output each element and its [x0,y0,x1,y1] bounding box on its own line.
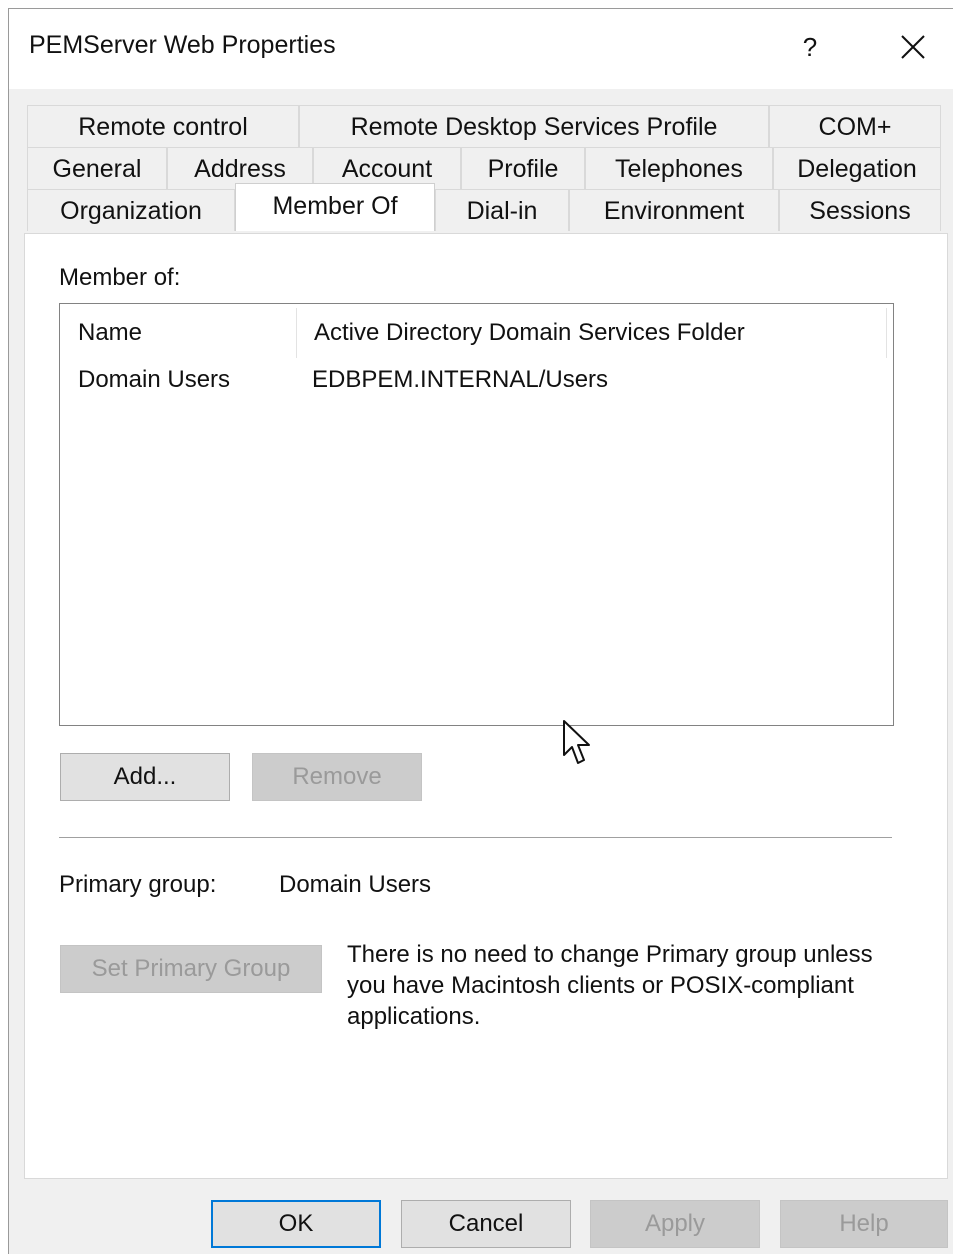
tab-telephones[interactable]: Telephones [585,147,773,189]
mouse-pointer-icon [563,720,590,764]
set-primary-group-button[interactable]: Set Primary Group [60,945,322,993]
member-of-list[interactable]: Name Active Directory Domain Services Fo… [59,303,894,726]
tab-delegation[interactable]: Delegation [773,147,941,189]
member-of-label: Member of: [59,264,181,291]
column-header-folder[interactable]: Active Directory Domain Services Folder [296,304,886,360]
primary-group-label: Primary group: [59,871,217,898]
close-icon [901,35,925,59]
tab-organization[interactable]: Organization [27,189,235,231]
window-title: PEMServer Web Properties [29,31,336,59]
help-footer-button[interactable]: Help [780,1200,948,1248]
primary-group-value: Domain Users [279,871,432,898]
remove-button[interactable]: Remove [252,753,422,801]
column-header-name[interactable]: Name [60,304,298,360]
close-button[interactable] [895,29,931,65]
tab-general[interactable]: General [27,147,167,189]
apply-button[interactable]: Apply [590,1200,760,1248]
row-name-cell: Domain Users [78,366,231,393]
column-divider[interactable] [886,308,887,358]
tab-member-of[interactable]: Member Of [235,183,435,231]
add-button[interactable]: Add... [60,753,230,801]
tab-remote-desktop-services-profile[interactable]: Remote Desktop Services Profile [299,105,769,147]
tab-dial-in[interactable]: Dial-in [435,189,569,231]
properties-dialog: PEMServer Web Properties ? Remote contro… [8,8,953,1254]
ok-button[interactable]: OK [211,1200,381,1248]
cancel-button[interactable]: Cancel [401,1200,571,1248]
tab-environment[interactable]: Environment [569,189,779,231]
primary-group-note: There is no need to change Primary group… [347,941,873,1030]
tab-com-plus[interactable]: COM+ [769,105,941,147]
divider [59,837,892,838]
title-bar: PEMServer Web Properties ? [9,9,953,89]
tab-remote-control[interactable]: Remote control [27,105,299,147]
row-folder-cell: EDBPEM.INTERNAL/Users [312,366,609,393]
tab-profile[interactable]: Profile [461,147,585,189]
tab-sessions[interactable]: Sessions [779,189,941,231]
help-button[interactable]: ? [793,29,827,65]
